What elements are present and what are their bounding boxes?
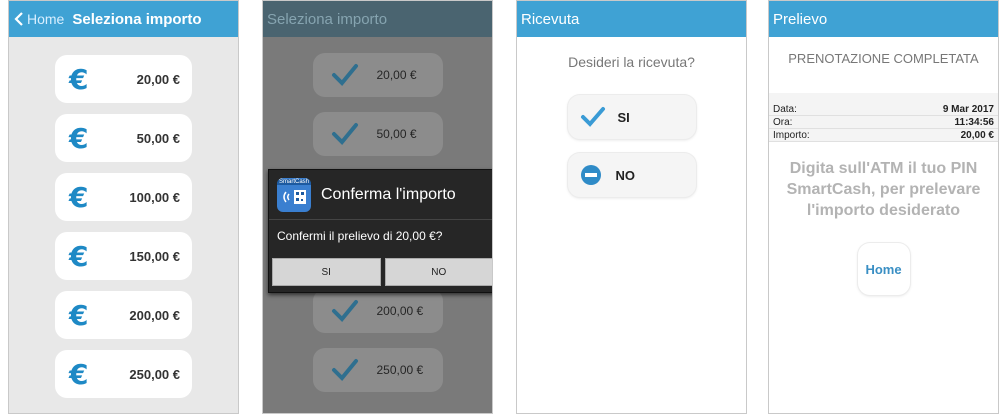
detail-label: Data: [773, 103, 797, 115]
euro-icon: € [69, 239, 89, 273]
dialog-buttons: SI NO [269, 258, 492, 286]
amount-button-20: 20,00 € [312, 53, 443, 97]
amount-button-200[interactable]: € 200,00 € [55, 291, 192, 339]
checkmark-icon [331, 359, 358, 381]
amount-label: 50,00 € [376, 127, 417, 141]
top-bar: Seleziona importo [263, 1, 492, 37]
confirm-dialog: SmartCash Conferma l'importo Confermi il… [268, 169, 492, 293]
amount-button-100[interactable]: € 100,00 € [55, 173, 192, 221]
booking-status: PRENOTAZIONE COMPLETATA [788, 51, 979, 66]
checkmark-icon [331, 300, 358, 322]
dialog-header: SmartCash Conferma l'importo [269, 170, 492, 220]
screen-withdrawal: Prelievo PRENOTAZIONE COMPLETATA Data: 9… [768, 0, 999, 414]
detail-value: 20,00 € [960, 129, 994, 141]
amount-label: 250,00 € [376, 363, 424, 377]
amount-label: 20,00 € [376, 68, 417, 82]
detail-value: 11:34:56 [954, 116, 994, 128]
amount-button-200: 200,00 € [312, 289, 443, 333]
euro-icon: € [69, 62, 89, 96]
euro-icon: € [69, 298, 89, 332]
amount-button-150[interactable]: € 150,00 € [55, 232, 192, 280]
amount-label: 200,00 € [376, 304, 424, 318]
receipt-yes-button[interactable]: SI [567, 95, 696, 139]
screen-select-amount: Home Seleziona importo € 20,00 € € 50,00… [8, 0, 239, 414]
screen-confirm-amount: Seleziona importo 20,00 € 50,00 € 200,00… [262, 0, 493, 414]
top-bar: Home Seleziona importo [9, 1, 238, 37]
amount-label: 150,00 € [129, 248, 180, 264]
page-title: Prelievo [773, 10, 828, 28]
amount-button-50[interactable]: € 50,00 € [55, 114, 192, 162]
amount-button-250[interactable]: € 250,00 € [55, 350, 192, 398]
detail-label: Importo: [773, 129, 810, 141]
dialog-title: Conferma l'importo [321, 185, 456, 203]
amount-button-50: 50,00 € [312, 112, 443, 156]
page-title: Seleziona importo [267, 10, 388, 28]
booking-details: Data: 9 Mar 2017 Ora: 11:34:56 Importo: … [769, 93, 998, 142]
checkmark-icon [580, 107, 605, 127]
top-bar: Prelievo [769, 1, 998, 37]
euro-icon: € [69, 180, 89, 214]
dialog-message: Confermi il prelievo di 20,00 €? [277, 229, 443, 243]
back-button[interactable]: Home [9, 11, 64, 27]
euro-icon: € [69, 357, 89, 391]
euro-icon: € [69, 121, 89, 155]
nfc-qr-icon [283, 189, 306, 204]
amount-label: 100,00 € [129, 189, 180, 205]
smartcash-app-icon: SmartCash [277, 177, 311, 212]
page-title: Seleziona importo [72, 10, 202, 28]
back-label: Home [27, 11, 65, 27]
amount-button-20[interactable]: € 20,00 € [55, 55, 192, 103]
details-spacer [769, 93, 998, 103]
checkmark-icon [331, 123, 358, 145]
detail-row-time: Ora: 11:34:56 [769, 116, 998, 129]
detail-value: 9 Mar 2017 [942, 103, 994, 115]
checkmark-icon [331, 64, 358, 86]
home-button[interactable]: Home [857, 243, 910, 295]
page-title: Ricevuta [521, 10, 580, 28]
amount-label: 200,00 € [129, 307, 180, 323]
screenshot-collage: Home Seleziona importo € 20,00 € € 50,00… [0, 0, 999, 414]
minus-circle-icon [580, 165, 601, 185]
screen-receipt: Ricevuta Desideri la ricevuta? SI NO [516, 0, 747, 414]
amount-list: € 20,00 € € 50,00 € € 100,00 € € 150,00 … [9, 37, 238, 398]
pin-instruction: Digita sull'ATM il tuo PIN SmartCash, pe… [786, 160, 981, 219]
detail-label: Ora: [773, 116, 793, 128]
yes-label: SI [617, 109, 630, 125]
no-label: NO [615, 167, 636, 183]
amount-label: 250,00 € [129, 366, 180, 382]
amount-button-250: 250,00 € [312, 348, 443, 392]
amount-label: 20,00 € [136, 71, 180, 87]
detail-row-amount: Importo: 20,00 € [769, 129, 998, 142]
amount-label: 50,00 € [136, 130, 180, 146]
chevron-left-icon [14, 12, 23, 26]
detail-row-date: Data: 9 Mar 2017 [769, 103, 998, 116]
confirm-no-button[interactable]: NO [384, 258, 492, 286]
receipt-question: Desideri la ricevuta? [568, 54, 695, 70]
confirm-yes-button[interactable]: SI [272, 258, 381, 286]
top-bar: Ricevuta [517, 1, 746, 37]
receipt-no-button[interactable]: NO [567, 153, 696, 197]
